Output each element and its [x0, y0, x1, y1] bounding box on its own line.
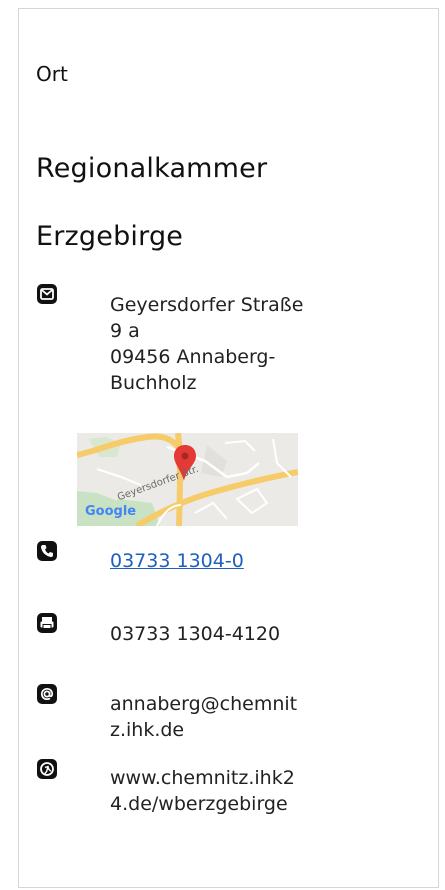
address-line-number: 9 a	[110, 320, 140, 342]
map-logo: Google	[85, 504, 137, 519]
chamber-title-line-1: Regionalkammer	[36, 153, 268, 184]
phone-row: 03733 1304-0	[36, 540, 376, 580]
email-icon	[36, 683, 58, 705]
section-label: Ort	[36, 62, 68, 86]
website-line-1: www.chemnitz.ihk2	[110, 767, 295, 789]
location-map[interactable]: Geyersdorfer Str. Google	[77, 433, 298, 526]
address-line-city-2: Buchholz	[110, 372, 197, 394]
web-icon	[36, 758, 58, 780]
email-text: annaberg@chemnit z.ihk.de	[110, 691, 325, 743]
phone-text: 03733 1304-0	[110, 548, 325, 574]
chamber-title-line-2: Erzgebirge	[36, 221, 184, 252]
mail-icon	[36, 283, 58, 305]
website-line-2: 4.de/wberzgebirge	[110, 793, 288, 815]
phone-icon	[36, 540, 58, 562]
address-text: Geyersdorfer Straße 9 a 09456 Annaberg- …	[110, 292, 325, 396]
website-text: www.chemnitz.ihk2 4.de/wberzgebirge	[110, 765, 325, 817]
website-row: www.chemnitz.ihk2 4.de/wberzgebirge	[36, 758, 376, 828]
fax-text: 03733 1304-4120	[110, 623, 281, 645]
address-line-zip-city: 09456 Annaberg-	[110, 346, 276, 368]
phone-link[interactable]: 03733 1304-0	[110, 550, 244, 572]
fax-icon	[36, 612, 58, 634]
address-row: Geyersdorfer Straße 9 a 09456 Annaberg- …	[36, 283, 376, 413]
email-line-1: annaberg@chemnit	[110, 693, 298, 715]
address-line-street: Geyersdorfer Straße	[110, 294, 304, 316]
email-line-2: z.ihk.de	[110, 719, 185, 741]
fax-row: 03733 1304-4120	[36, 612, 376, 652]
email-row: annaberg@chemnit z.ihk.de	[36, 683, 376, 743]
